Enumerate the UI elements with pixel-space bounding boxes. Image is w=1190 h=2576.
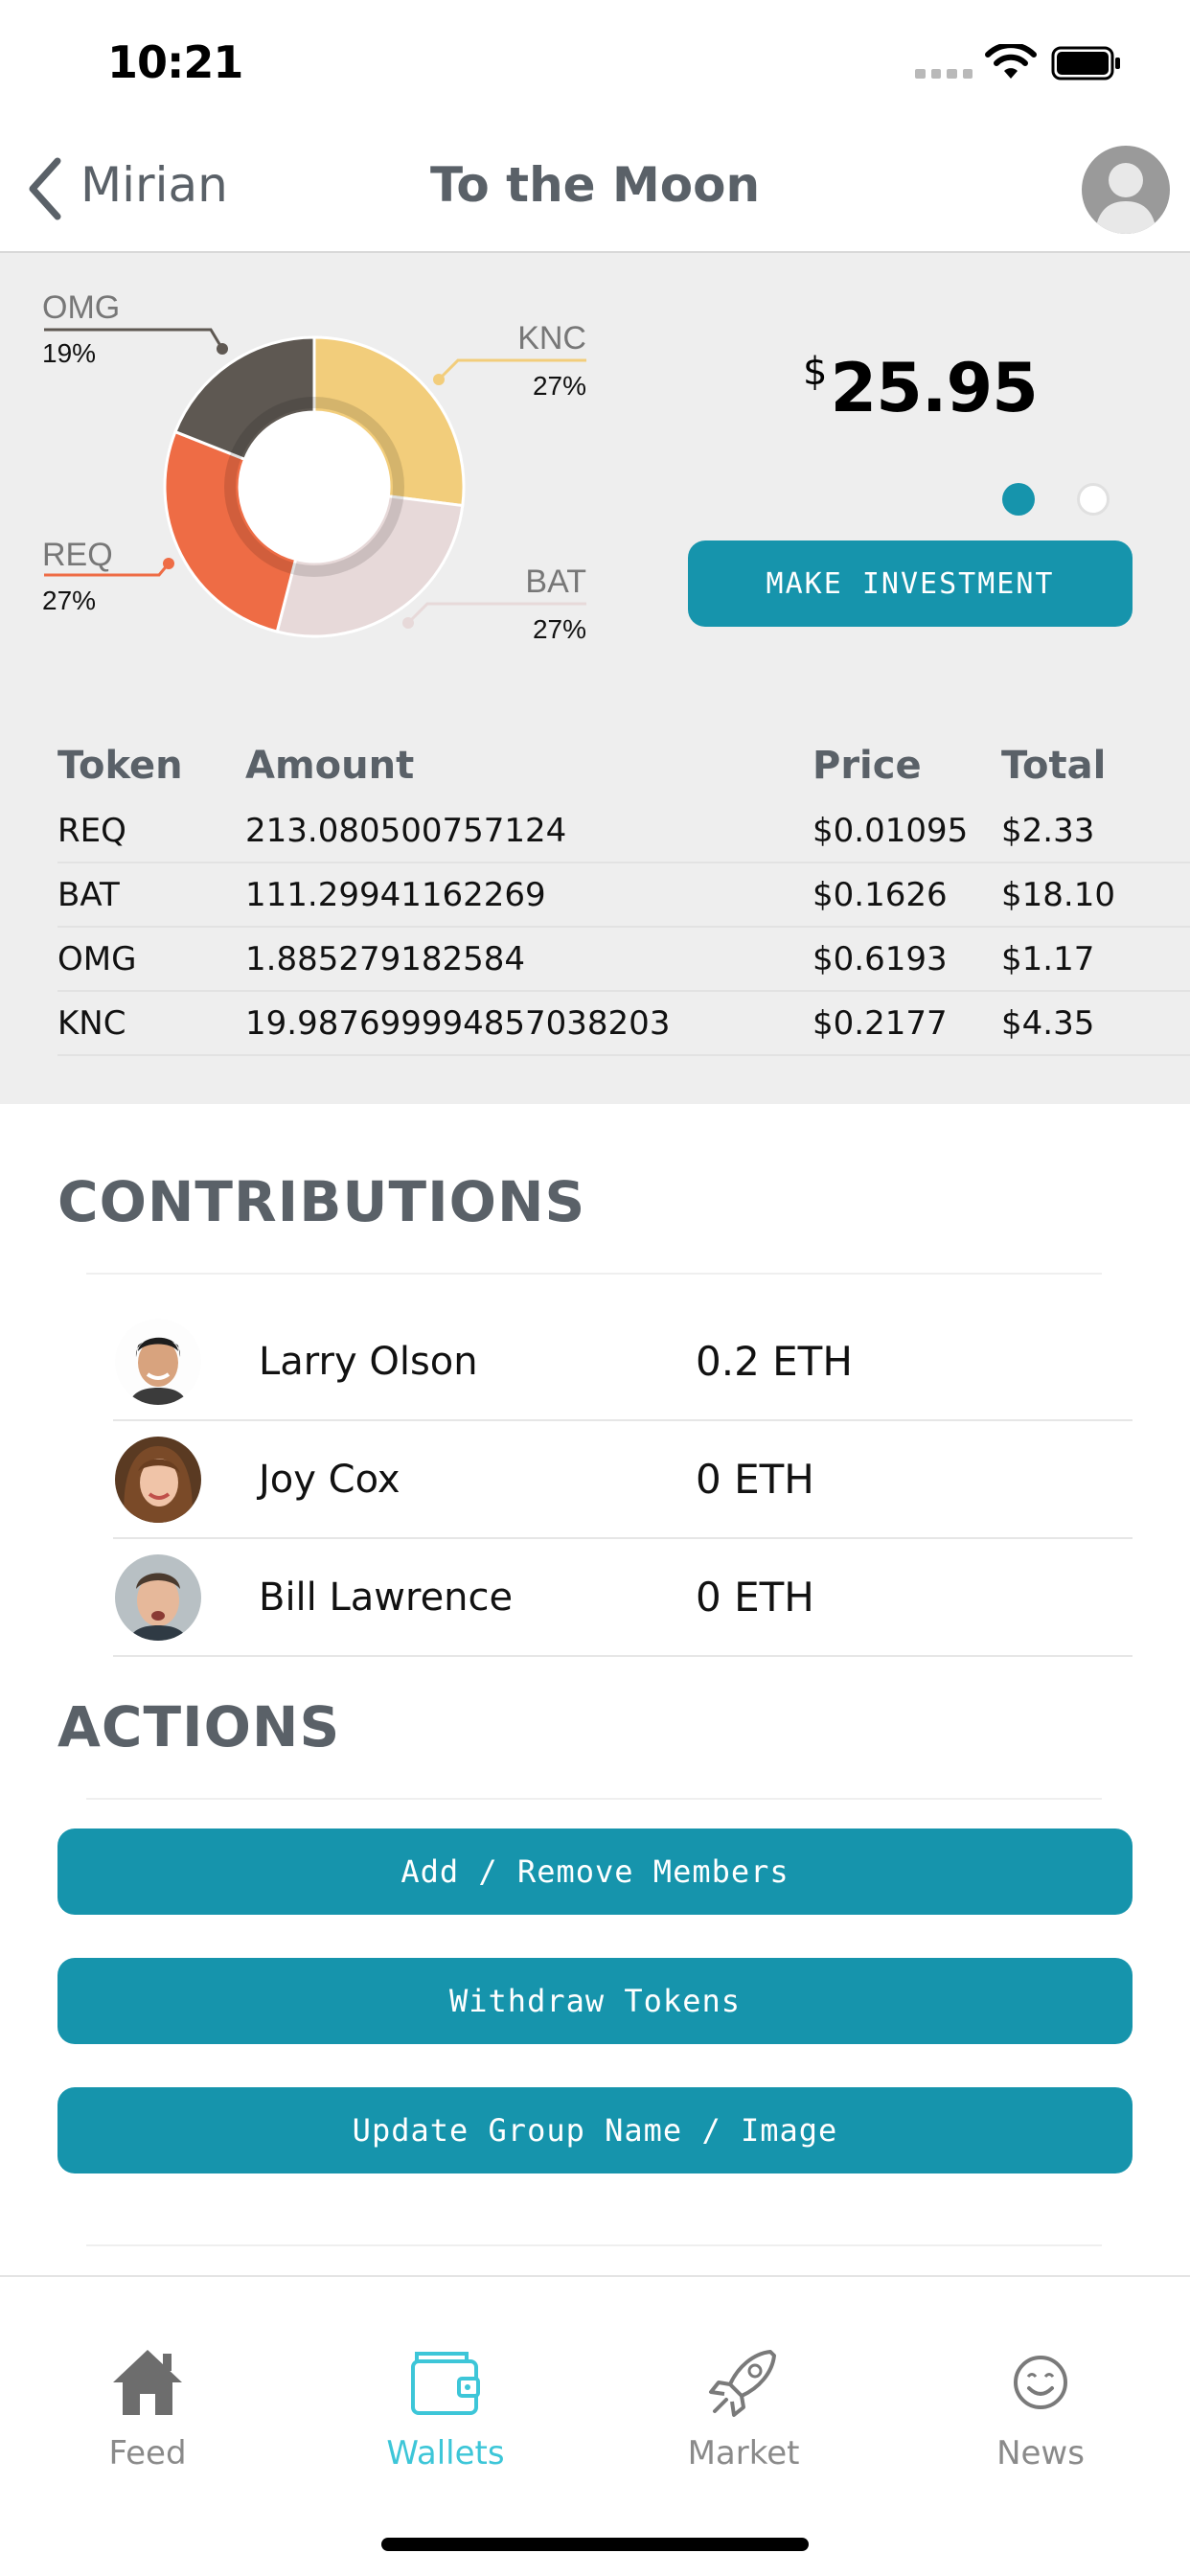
battery-icon xyxy=(1051,46,1120,80)
add-remove-members-button[interactable]: Add / Remove Members xyxy=(57,1828,1133,1915)
profile-avatar[interactable] xyxy=(1082,146,1170,234)
tab-bar: Feed Wallets Market News xyxy=(0,2275,1190,2576)
actions-title: ACTIONS xyxy=(57,1694,341,1760)
header-total: Total xyxy=(1001,744,1107,788)
cell-token: KNC xyxy=(57,1003,126,1043)
table-row: BAT 111.29941162269 $0.1626 $18.10 xyxy=(57,863,1190,928)
wallet-balance: $25.95 xyxy=(803,349,1039,427)
slice-percent-req: 27% xyxy=(42,586,96,615)
slice-label-bat: BAT xyxy=(525,564,586,600)
avatar-bill-lawrence xyxy=(115,1554,201,1641)
tab-label: Feed xyxy=(108,2434,187,2472)
table-row: KNC 19.987699994857038203 $0.2177 $4.35 xyxy=(57,992,1190,1056)
header-amount: Amount xyxy=(245,744,415,788)
cell-total: $2.33 xyxy=(1001,811,1095,850)
token-table-header: Token Amount Price Total xyxy=(57,732,1190,799)
contributor-name: Bill Lawrence xyxy=(259,1576,514,1620)
balance-value: 25.95 xyxy=(830,349,1038,427)
contributor-amount: 0 ETH xyxy=(696,1574,814,1621)
make-investment-button[interactable]: MAKE INVESTMENT xyxy=(688,540,1133,627)
slice-percent-knc: 27% xyxy=(533,371,586,401)
cellular-signal-icon xyxy=(915,69,973,80)
list-item[interactable]: Joy Cox 0 ETH xyxy=(113,1421,1133,1539)
cell-amount: 1.885279182584 xyxy=(245,939,526,978)
cell-price: $0.01095 xyxy=(812,811,969,850)
cell-amount: 19.987699994857038203 xyxy=(245,1003,671,1043)
page-title: To the Moon xyxy=(429,157,761,213)
cell-price: $0.2177 xyxy=(812,1003,948,1043)
tab-label: Wallets xyxy=(386,2434,505,2472)
avatar-larry-olson xyxy=(115,1319,201,1405)
user-silhouette-icon xyxy=(1095,163,1156,234)
smiley-icon xyxy=(1014,2356,1067,2409)
header-token: Token xyxy=(57,744,183,788)
slice-label-req: REQ xyxy=(42,537,113,573)
home-icon xyxy=(113,2350,182,2415)
tab-wallets[interactable]: Wallets xyxy=(340,2344,551,2472)
divider xyxy=(86,1273,1102,1275)
page-dot-2[interactable] xyxy=(1077,483,1110,516)
withdraw-tokens-button[interactable]: Withdraw Tokens xyxy=(57,1958,1133,2044)
currency-symbol: $ xyxy=(803,350,827,394)
status-time: 10:21 xyxy=(107,36,243,88)
tab-label: Market xyxy=(687,2434,800,2472)
wifi-icon xyxy=(985,44,1037,79)
home-indicator xyxy=(381,2538,809,2551)
cell-price: $0.6193 xyxy=(812,939,948,978)
contributor-name: Joy Cox xyxy=(259,1458,400,1502)
tab-market[interactable]: Market xyxy=(638,2344,849,2472)
portfolio-donut-chart: KNC 27% BAT 27% REQ 27% OMG 19% xyxy=(42,289,586,644)
page-indicator[interactable] xyxy=(1002,483,1110,516)
tab-label: News xyxy=(996,2434,1085,2472)
token-table: Token Amount Price Total REQ 213.0805007… xyxy=(57,732,1190,1056)
divider xyxy=(86,2244,1102,2246)
divider xyxy=(86,1798,1102,1800)
contributions-list: Larry Olson 0.2 ETH Joy Cox 0 ETH Bill L… xyxy=(113,1303,1133,1657)
contributions-title: CONTRIBUTIONS xyxy=(57,1169,586,1234)
avatar-joy-cox xyxy=(115,1437,201,1523)
list-item[interactable]: Bill Lawrence 0 ETH xyxy=(113,1539,1133,1657)
cell-amount: 111.29941162269 xyxy=(245,875,546,914)
slice-percent-omg: 19% xyxy=(42,338,96,368)
navigation-bar: Mirian To the Moon xyxy=(0,126,1190,253)
cell-token: REQ xyxy=(57,811,126,850)
tab-feed[interactable]: Feed xyxy=(42,2344,253,2472)
cell-token: BAT xyxy=(57,875,120,914)
cell-total: $1.17 xyxy=(1001,939,1095,978)
cell-token: OMG xyxy=(57,939,137,978)
status-bar: 10:21 xyxy=(0,0,1190,126)
tab-news[interactable]: News xyxy=(935,2344,1146,2472)
page-dot-1[interactable] xyxy=(1002,483,1035,516)
slice-label-knc: KNC xyxy=(517,320,586,356)
contributor-amount: 0 ETH xyxy=(696,1456,814,1503)
header-price: Price xyxy=(812,744,922,788)
slice-percent-bat: 27% xyxy=(533,614,586,644)
table-row: REQ 213.080500757124 $0.01095 $2.33 xyxy=(57,799,1190,863)
slice-label-omg: OMG xyxy=(42,289,120,326)
contributor-amount: 0.2 ETH xyxy=(696,1338,853,1385)
rocket-icon xyxy=(709,2350,776,2417)
cell-amount: 213.080500757124 xyxy=(245,811,567,850)
contributor-name: Larry Olson xyxy=(259,1340,478,1384)
cell-total: $4.35 xyxy=(1001,1003,1095,1043)
portfolio-panel: KNC 27% BAT 27% REQ 27% OMG 19% $25.95 M… xyxy=(0,253,1190,1104)
cell-total: $18.10 xyxy=(1001,875,1115,914)
wallet-icon xyxy=(411,2352,480,2415)
table-row: OMG 1.885279182584 $0.6193 $1.17 xyxy=(57,928,1190,992)
update-group-name-image-button[interactable]: Update Group Name / Image xyxy=(57,2087,1133,2174)
list-item[interactable]: Larry Olson 0.2 ETH xyxy=(113,1303,1133,1421)
cell-price: $0.1626 xyxy=(812,875,948,914)
